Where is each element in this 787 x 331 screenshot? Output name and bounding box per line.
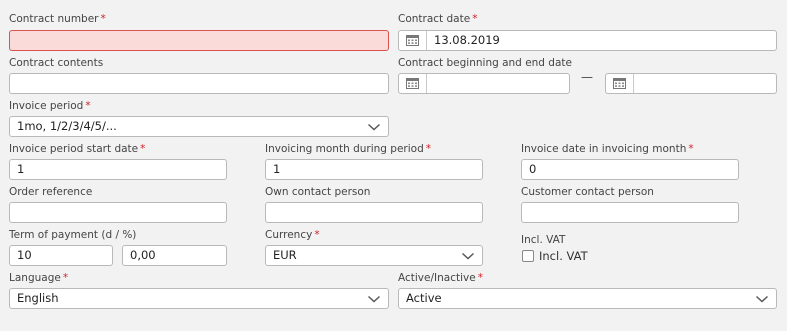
contract-contents-input[interactable] (9, 73, 389, 94)
order-reference-label: Order reference (9, 186, 93, 198)
contract-date-label: Contract date * (398, 13, 478, 25)
invoice-period-label: Invoice period * (9, 100, 91, 112)
date-range-separator: — (581, 70, 593, 84)
active-inactive-label: Active/Inactive * (398, 272, 483, 284)
invoicing-month-label: Invoicing month during period * (265, 143, 431, 155)
order-reference-input[interactable] (9, 202, 227, 223)
calendar-icon[interactable] (399, 31, 427, 50)
chevron-down-icon (462, 252, 474, 260)
contract-date-value: 13.08.2019 (434, 33, 500, 47)
currency-select[interactable]: EUR (265, 245, 483, 266)
invoice-date-input[interactable]: 0 (521, 159, 739, 180)
language-value: English (17, 291, 59, 305)
customer-contact-label: Customer contact person (521, 186, 654, 198)
contract-number-input[interactable] (9, 30, 389, 51)
contract-number-label: Contract number * (9, 13, 106, 25)
payment-percent-input[interactable]: 0,00 (122, 245, 227, 266)
incl-vat-label: Incl. VAT (521, 234, 566, 246)
invoice-date-label: Invoice date in invoicing month * (521, 143, 694, 155)
currency-label: Currency * (265, 229, 320, 241)
language-select[interactable]: English (9, 288, 389, 309)
incl-vat-checkbox-label[interactable]: Incl. VAT (539, 250, 588, 263)
invoice-period-start-label: Invoice period start date * (9, 143, 146, 155)
chevron-down-icon (368, 123, 380, 131)
language-label: Language * (9, 272, 69, 284)
own-contact-label: Own contact person (265, 186, 371, 198)
invoice-period-value: 1mo, 1/2/3/4/5/... (17, 119, 117, 133)
customer-contact-input[interactable] (521, 202, 739, 223)
contract-period-label: Contract beginning and end date (398, 57, 572, 69)
contract-contents-label: Contract contents (9, 57, 104, 69)
invoice-period-select[interactable]: 1mo, 1/2/3/4/5/... (9, 116, 389, 137)
incl-vat-checkbox[interactable] (522, 250, 534, 262)
contract-start-date-input[interactable] (398, 73, 570, 94)
chevron-down-icon (756, 295, 768, 303)
contract-date-input[interactable]: 13.08.2019 (398, 30, 777, 51)
contract-end-date-input[interactable] (605, 73, 777, 94)
active-inactive-value: Active (406, 291, 442, 305)
payment-days-input[interactable]: 10 (9, 245, 113, 266)
calendar-icon[interactable] (399, 74, 427, 93)
term-of-payment-label: Term of payment (d / %) (9, 229, 137, 241)
invoicing-month-input[interactable]: 1 (265, 159, 483, 180)
chevron-down-icon (368, 295, 380, 303)
own-contact-input[interactable] (265, 202, 483, 223)
invoice-period-start-input[interactable]: 1 (9, 159, 227, 180)
active-inactive-select[interactable]: Active (398, 288, 777, 309)
currency-value: EUR (273, 248, 297, 262)
calendar-icon[interactable] (606, 74, 634, 93)
